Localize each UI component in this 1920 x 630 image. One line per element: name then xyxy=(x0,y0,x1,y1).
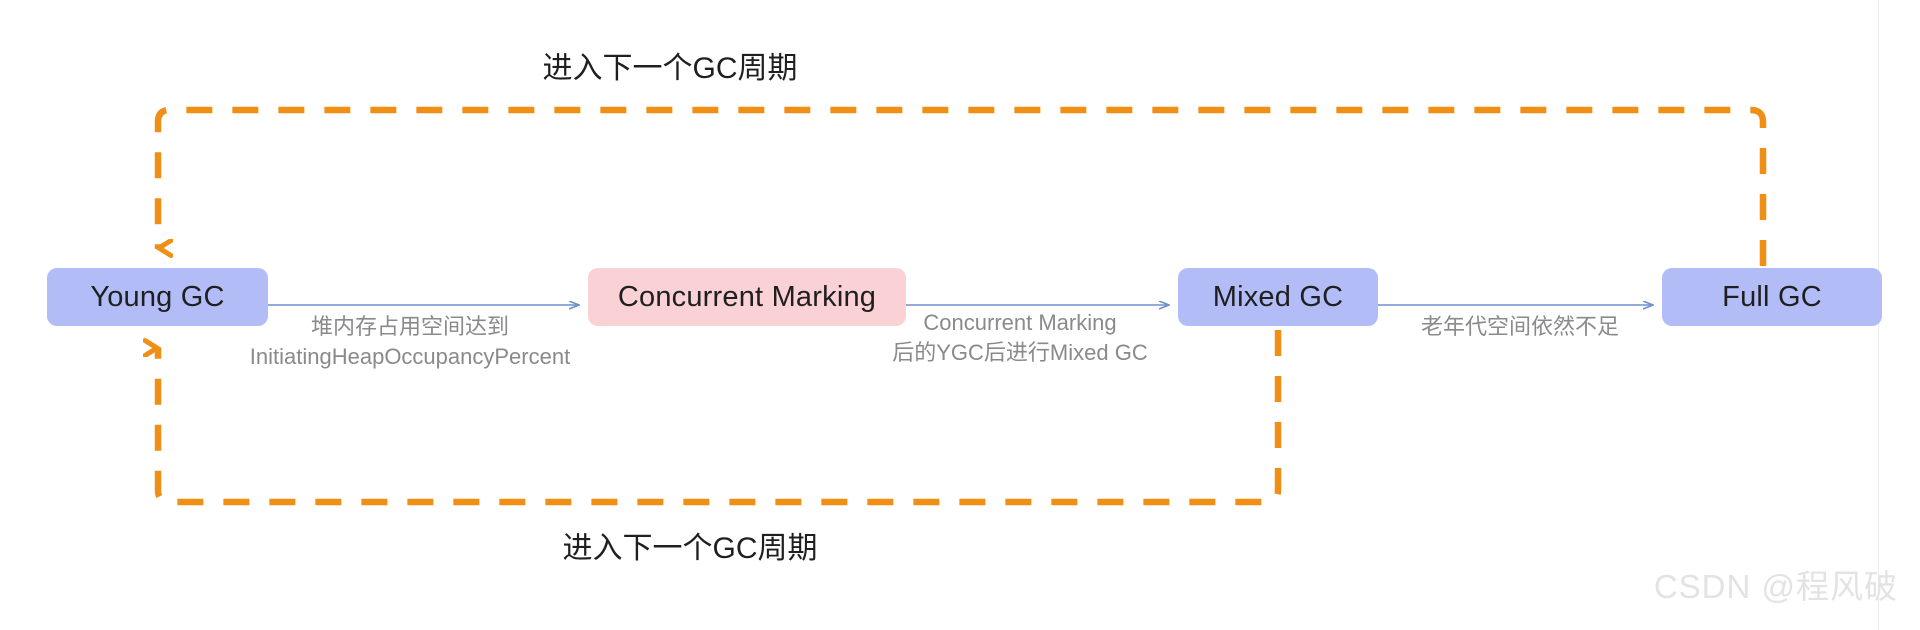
loop-top-path xyxy=(158,106,1767,266)
watermark: CSDN @程风破 xyxy=(1653,568,1898,605)
loop-bottom-path xyxy=(158,330,1282,506)
diagram-canvas: Young GC Concurrent Marking Mixed GC Ful… xyxy=(0,0,1920,630)
dashed-loops-layer xyxy=(0,106,1767,506)
